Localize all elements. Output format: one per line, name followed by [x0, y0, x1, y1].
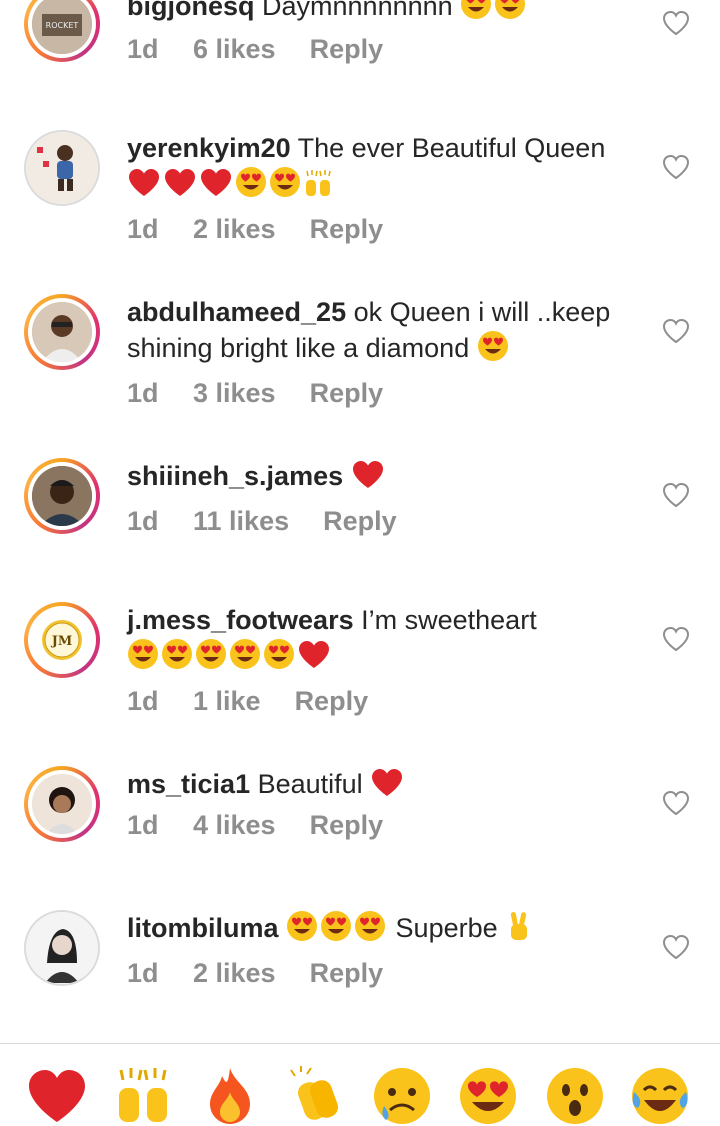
- comment-likes[interactable]: 1 like: [193, 686, 261, 717]
- heart-eyes-emoji: [195, 638, 227, 679]
- comment-time: 1d: [127, 810, 159, 840]
- reply-button[interactable]: Reply: [323, 506, 397, 537]
- clapping-hands-emoji[interactable]: [287, 1066, 347, 1126]
- avatar[interactable]: JM: [24, 602, 100, 678]
- like-heart-icon[interactable]: [662, 626, 690, 652]
- avatar[interactable]: [24, 130, 100, 206]
- victory-hand-emoji: [505, 910, 533, 951]
- comment-time: 1d: [127, 686, 159, 716]
- comment-time: 1d: [127, 958, 159, 988]
- red-heart-emoji: [297, 640, 331, 679]
- comment-meta: 1d 2 likes Reply: [127, 214, 383, 245]
- like-heart-icon[interactable]: [662, 318, 690, 344]
- reply-button[interactable]: Reply: [295, 686, 369, 717]
- surprised-emoji[interactable]: [545, 1066, 605, 1126]
- comment-likes[interactable]: 2 likes: [193, 958, 276, 989]
- comment-body: Daymnnnnnnnn: [262, 0, 453, 21]
- reply-button[interactable]: Reply: [310, 958, 384, 989]
- comment-text: abdulhameed_25 ok Queen i will ..keep sh…: [127, 294, 627, 371]
- comment-time: 1d: [127, 34, 159, 64]
- like-heart-icon[interactable]: [662, 154, 690, 180]
- comment-username[interactable]: bigjonesq: [127, 0, 255, 21]
- red-heart-emoji: [127, 168, 161, 207]
- like-heart-icon[interactable]: [662, 790, 690, 816]
- like-heart-icon[interactable]: [662, 10, 690, 36]
- reply-button[interactable]: Reply: [310, 378, 384, 409]
- avatar[interactable]: [24, 458, 100, 534]
- svg-text:JM: JM: [51, 634, 73, 649]
- comment-likes[interactable]: 11 likes: [193, 506, 289, 537]
- heart-eyes-emoji: [460, 0, 492, 29]
- comment-time: 1d: [127, 378, 159, 408]
- comment-username[interactable]: shiiineh_s.james: [127, 461, 343, 491]
- quick-reaction-bar: [0, 1043, 720, 1124]
- heart-eyes-emoji: [354, 910, 386, 951]
- comment-likes[interactable]: 6 likes: [193, 34, 276, 65]
- fire-emoji[interactable]: [200, 1066, 260, 1126]
- red-heart-emoji: [351, 460, 385, 499]
- red-heart-emoji: [199, 168, 233, 207]
- red-heart-emoji: [163, 168, 197, 207]
- comment-username[interactable]: yerenkyim20: [127, 133, 291, 163]
- comment-meta: 1d 2 likes Reply: [127, 958, 383, 989]
- comment-time: 1d: [127, 214, 159, 244]
- tears-of-joy-emoji[interactable]: [630, 1066, 690, 1126]
- raising-hands-emoji[interactable]: [113, 1066, 173, 1126]
- comment-meta: 1d 4 likes Reply: [127, 810, 383, 841]
- avatar[interactable]: ROCKET: [24, 0, 100, 62]
- comment-body: Beautiful: [257, 769, 363, 799]
- heart-eyes-emoji: [127, 638, 159, 679]
- heart-eyes-emoji: [235, 166, 267, 207]
- comment-meta: 1d 11 likes Reply: [127, 506, 397, 537]
- like-heart-icon[interactable]: [662, 482, 690, 508]
- reply-button[interactable]: Reply: [310, 214, 384, 245]
- heart-eyes-emoji: [269, 166, 301, 207]
- comment-username[interactable]: j.mess_footwears: [127, 605, 354, 635]
- like-heart-icon[interactable]: [662, 934, 690, 960]
- comment-meta: 1d 1 like Reply: [127, 686, 368, 717]
- comment-body: The ever Beautiful Queen: [297, 133, 606, 163]
- comment-body: I’m sweetheart: [361, 605, 537, 635]
- comment-text: shiiineh_s.james: [127, 458, 627, 499]
- heart-eyes-emoji: [229, 638, 261, 679]
- svg-text:ROCKET: ROCKET: [46, 21, 79, 30]
- comment-text: ms_ticia1 Beautiful: [127, 766, 627, 807]
- raising-hands-emoji: [303, 168, 333, 207]
- heart-eyes-emoji: [320, 910, 352, 951]
- avatar[interactable]: [24, 910, 100, 986]
- reply-button[interactable]: Reply: [310, 810, 384, 841]
- comment-time: 1d: [127, 506, 159, 536]
- comment-likes[interactable]: 3 likes: [193, 378, 276, 409]
- comment-username[interactable]: ms_ticia1: [127, 769, 250, 799]
- reply-button[interactable]: Reply: [310, 34, 384, 65]
- sad-relieved-emoji[interactable]: [372, 1066, 432, 1126]
- comment-likes[interactable]: 4 likes: [193, 810, 276, 841]
- comment-text: bigjonesq Daymnnnnnnnn: [127, 0, 627, 29]
- heart-eyes-emoji: [286, 910, 318, 951]
- comment-body: Superbe: [395, 913, 498, 943]
- comment-meta: 1d 6 likes Reply: [127, 34, 383, 65]
- heart-eyes-emoji: [263, 638, 295, 679]
- comment-meta: 1d 3 likes Reply: [127, 378, 383, 409]
- comment-text: litombiluma Superbe: [127, 910, 627, 951]
- heart-eyes-emoji: [477, 330, 509, 371]
- heart-eyes-emoji: [161, 638, 193, 679]
- comment-likes[interactable]: 2 likes: [193, 214, 276, 245]
- comment-username[interactable]: litombiluma: [127, 913, 279, 943]
- red-heart-emoji[interactable]: [27, 1066, 87, 1126]
- comment-text: j.mess_footwears I’m sweetheart: [127, 602, 627, 679]
- heart-eyes-emoji: [494, 0, 526, 29]
- avatar[interactable]: [24, 766, 100, 842]
- avatar[interactable]: [24, 294, 100, 370]
- comment-username[interactable]: abdulhameed_25: [127, 297, 346, 327]
- red-heart-emoji: [370, 768, 404, 807]
- heart-eyes-emoji[interactable]: [458, 1066, 518, 1126]
- comment-text: yerenkyim20 The ever Beautiful Queen: [127, 130, 627, 207]
